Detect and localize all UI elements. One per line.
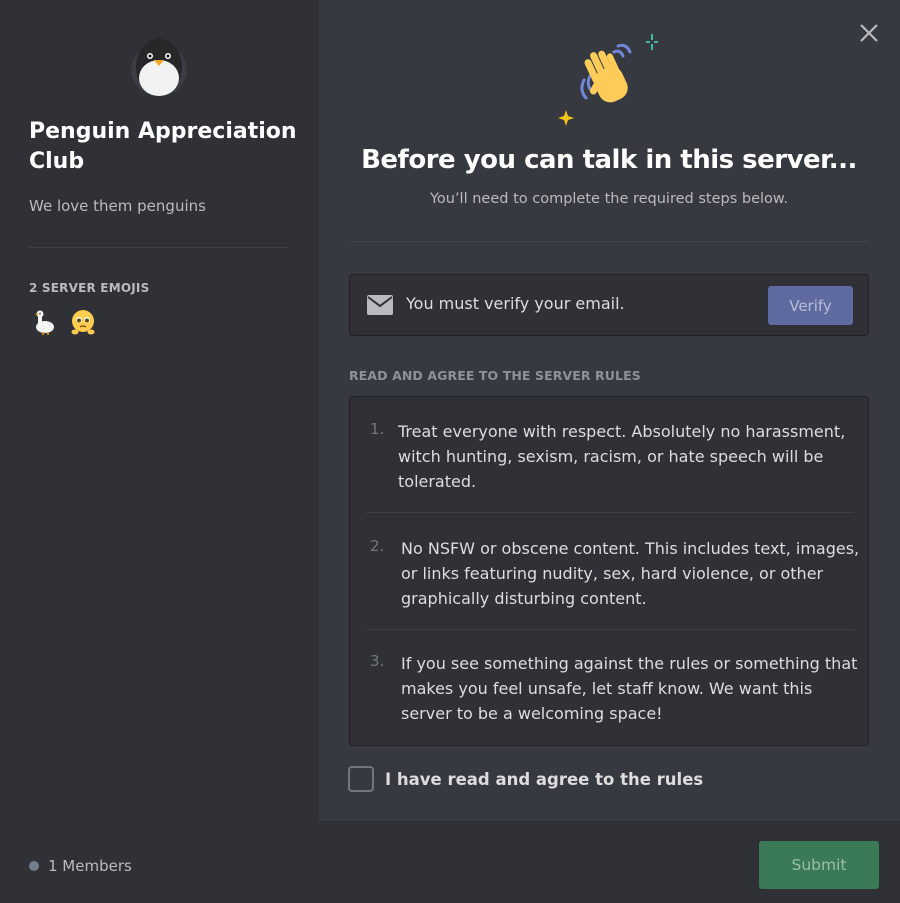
rules-heading: READ AND AGREE TO THE SERVER RULES	[349, 368, 641, 383]
close-icon[interactable]	[856, 20, 882, 46]
pleading-emoji-icon[interactable]	[69, 308, 97, 336]
page-title: Before you can talk in this server...	[361, 145, 857, 175]
submit-button[interactable]: Submit	[759, 841, 879, 889]
verify-email-step: You must verify your email. Verify	[349, 274, 869, 336]
rule-number: 1.	[370, 420, 385, 438]
divider	[29, 247, 288, 248]
member-status-dot	[29, 861, 39, 871]
agree-rules-checkbox-row[interactable]: I have read and agree to the rules	[348, 766, 703, 792]
divider	[366, 512, 854, 513]
waving-hand-icon	[558, 34, 658, 126]
goose-emoji-icon[interactable]	[29, 308, 57, 336]
member-count-label: 1 Members	[48, 857, 132, 875]
verify-email-text: You must verify your email.	[406, 294, 625, 313]
agree-label[interactable]: I have read and agree to the rules	[385, 770, 703, 789]
divider	[349, 241, 868, 242]
agree-checkbox[interactable]	[348, 766, 374, 792]
rule-text: Treat everyone with respect. Absolutely …	[398, 422, 846, 491]
envelope-icon	[367, 295, 393, 315]
page-subtitle: You’ll need to complete the required ste…	[429, 191, 789, 207]
rule-text: No NSFW or obscene content. This include…	[401, 539, 860, 608]
rule-number: 3.	[370, 652, 385, 670]
member-count: 1 Members	[29, 857, 132, 875]
emoji-heading: 2 SERVER EMOJIS	[29, 281, 150, 295]
verify-button[interactable]: Verify	[768, 286, 853, 325]
rules-list: 1. Treat everyone with respect. Absolute…	[349, 396, 869, 746]
server-description: We love them penguins	[29, 197, 206, 215]
server-info-sidebar: Penguin Appreciation Club We love them p…	[0, 0, 319, 903]
rule-number: 2.	[370, 537, 385, 555]
server-name: Penguin Appreciation Club	[29, 119, 297, 174]
divider	[366, 629, 854, 630]
rule-text: If you see something against the rules o…	[401, 654, 858, 723]
server-emoji-list	[29, 308, 97, 336]
penguin-icon	[131, 36, 187, 96]
